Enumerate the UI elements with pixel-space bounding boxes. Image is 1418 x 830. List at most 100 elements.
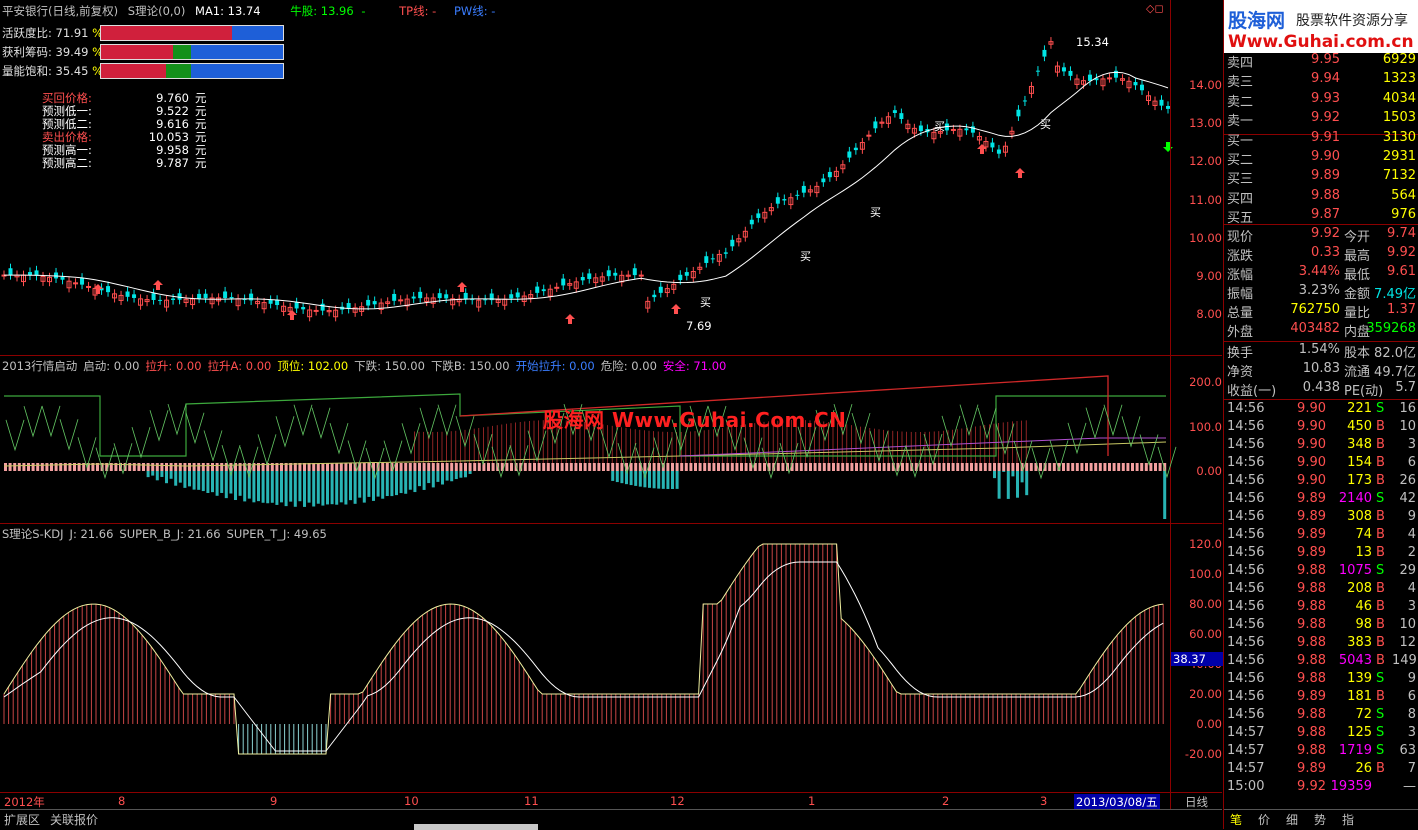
- tick-row[interactable]: 14:57 9.89 26 B 7: [1224, 761, 1418, 779]
- signal-bar: [528, 463, 532, 471]
- candle: [957, 124, 963, 141]
- tick-row[interactable]: 14:57 9.88 1719 S 63: [1224, 743, 1418, 761]
- candle: [970, 121, 975, 138]
- signal-bar: [634, 463, 638, 471]
- tick-row[interactable]: 14:56 9.89 13 B 2: [1224, 545, 1418, 563]
- signal-bar: [1062, 463, 1065, 471]
- signal-bar: [197, 463, 201, 471]
- tab-trades[interactable]: 笔: [1230, 811, 1242, 828]
- decline-bar: [353, 471, 357, 504]
- period-label[interactable]: 日线: [1185, 794, 1208, 810]
- decline-bar: [1020, 471, 1024, 483]
- candle: [606, 265, 611, 281]
- tick-row[interactable]: 14:56 9.88 46 B 3: [1224, 599, 1418, 617]
- signal-bar: [937, 463, 941, 471]
- kdj-panel[interactable]: S理论S-KDJ J: 21.66 SUPER_B_J: 21.66 SUPER_T_…: [0, 524, 1223, 792]
- candle: [535, 281, 540, 298]
- signal-bar: [956, 463, 960, 471]
- signal-bar: [339, 463, 343, 471]
- tick-count: 2: [1407, 545, 1416, 560]
- signal-bar: [652, 463, 656, 471]
- zigzag: [5, 419, 25, 452]
- tick-volume: 74: [1355, 527, 1372, 542]
- y-tick-label: 0.00: [1196, 717, 1222, 731]
- candle: [470, 294, 475, 305]
- tab-trend[interactable]: 势: [1314, 811, 1326, 828]
- y-tick-label: -20.00: [1184, 747, 1222, 761]
- signal-bar: [431, 463, 435, 471]
- scrollbar[interactable]: [414, 824, 538, 830]
- candle: [268, 295, 273, 309]
- tab-detail[interactable]: 细: [1286, 811, 1298, 828]
- signal-bar: [694, 463, 697, 471]
- tick-row[interactable]: 14:57 9.88 125 S 3: [1224, 725, 1418, 743]
- tick-row[interactable]: 15:00 9.92 19359 —: [1224, 779, 1418, 797]
- tab-price[interactable]: 价: [1258, 811, 1270, 828]
- signal-bar: [813, 463, 817, 471]
- x-tick-label: 8: [118, 794, 126, 808]
- price-chart[interactable]: 买买买买 买15.347.69: [0, 0, 1222, 355]
- tick-row[interactable]: 14:56 9.90 450 B 10: [1224, 419, 1418, 437]
- signal-bar: [22, 463, 26, 471]
- tab-index[interactable]: 指: [1342, 811, 1354, 828]
- tab-related-quote[interactable]: 关联报价: [50, 811, 98, 828]
- tick-row[interactable]: 14:56 9.89 74 B 4: [1224, 527, 1418, 545]
- tick-row[interactable]: 14:56 9.88 5043 B 149: [1224, 653, 1418, 671]
- signal-bar: [1006, 463, 1010, 471]
- y-tick-label: 60.00: [1189, 627, 1222, 641]
- kdj-chart[interactable]: [0, 524, 1222, 792]
- indicator2-chart[interactable]: [0, 356, 1222, 523]
- signal-bar: [859, 463, 863, 471]
- tick-volume: 181: [1347, 689, 1372, 704]
- tick-row[interactable]: 14:56 9.88 139 S 9: [1224, 671, 1418, 689]
- decline-bar: [169, 471, 173, 479]
- tab-extension[interactable]: 扩展区: [4, 811, 40, 828]
- tick-count: 16: [1399, 401, 1416, 416]
- tick-row[interactable]: 14:56 9.88 72 S 8: [1224, 707, 1418, 725]
- ma-line: [4, 71, 1169, 310]
- candle: [411, 291, 416, 304]
- decline-bar: [431, 471, 435, 488]
- tick-row[interactable]: 14:56 9.90 221 S 16: [1224, 401, 1418, 419]
- tick-time: 14:56: [1227, 473, 1265, 488]
- candle: [483, 294, 488, 305]
- decline-bar: [459, 471, 463, 478]
- signal-bar: [132, 463, 136, 471]
- order-book-sell-row: 卖一 9.92 1503: [1224, 110, 1418, 129]
- tick-volume: 383: [1347, 635, 1372, 650]
- signal-bar: [1029, 463, 1033, 471]
- decline-bar: [666, 471, 670, 489]
- tick-row[interactable]: 14:56 9.90 154 B 6: [1224, 455, 1418, 473]
- signal-bar: [620, 463, 624, 471]
- main-chart-panel[interactable]: 平安银行(日线,前复权) S理论(0,0) MA1: 13.74 牛股: 13.…: [0, 0, 1222, 355]
- decline-bar: [206, 471, 210, 493]
- tick-row[interactable]: 14:56 9.89 308 B 9: [1224, 509, 1418, 527]
- tick-side: B: [1376, 761, 1385, 776]
- buy-arrow-icon: [671, 304, 681, 314]
- tick-side: B: [1376, 473, 1385, 488]
- tick-row[interactable]: 14:56 9.90 348 B 3: [1224, 437, 1418, 455]
- tick-row[interactable]: 14:56 9.89 2140 S 42: [1224, 491, 1418, 509]
- stat-label: 涨幅: [1227, 268, 1254, 283]
- decline-bar: [468, 471, 472, 474]
- tick-volume: 46: [1355, 599, 1372, 614]
- zigzag: [977, 407, 997, 440]
- tick-row[interactable]: 14:56 9.89 181 B 6: [1224, 689, 1418, 707]
- signal-bar: [238, 463, 242, 471]
- candle: [444, 289, 449, 303]
- tick-row[interactable]: 14:56 9.88 383 B 12: [1224, 635, 1418, 653]
- candle: [833, 166, 839, 182]
- tick-volume: 348: [1347, 437, 1372, 452]
- tick-row[interactable]: 14:56 9.90 173 B 26: [1224, 473, 1418, 491]
- tick-row[interactable]: 14:56 9.88 98 B 10: [1224, 617, 1418, 635]
- decline-bar: [993, 471, 996, 479]
- order-book-buy-row: 买三 9.89 7132: [1224, 168, 1418, 187]
- signal-bar: [827, 463, 831, 471]
- zigzag: [1031, 447, 1051, 480]
- tick-row[interactable]: 14:56 9.88 208 B 4: [1224, 581, 1418, 599]
- signal-bar: [8, 463, 12, 471]
- tick-row[interactable]: 14:56 9.88 1075 S 29: [1224, 563, 1418, 581]
- candle: [1159, 95, 1164, 111]
- decline-bar: [257, 471, 260, 502]
- indicator2-panel[interactable]: 2013行情启动 启动: 0.00 拉升: 0.00 拉升A: 0.00 顶位: 102…: [0, 356, 1222, 523]
